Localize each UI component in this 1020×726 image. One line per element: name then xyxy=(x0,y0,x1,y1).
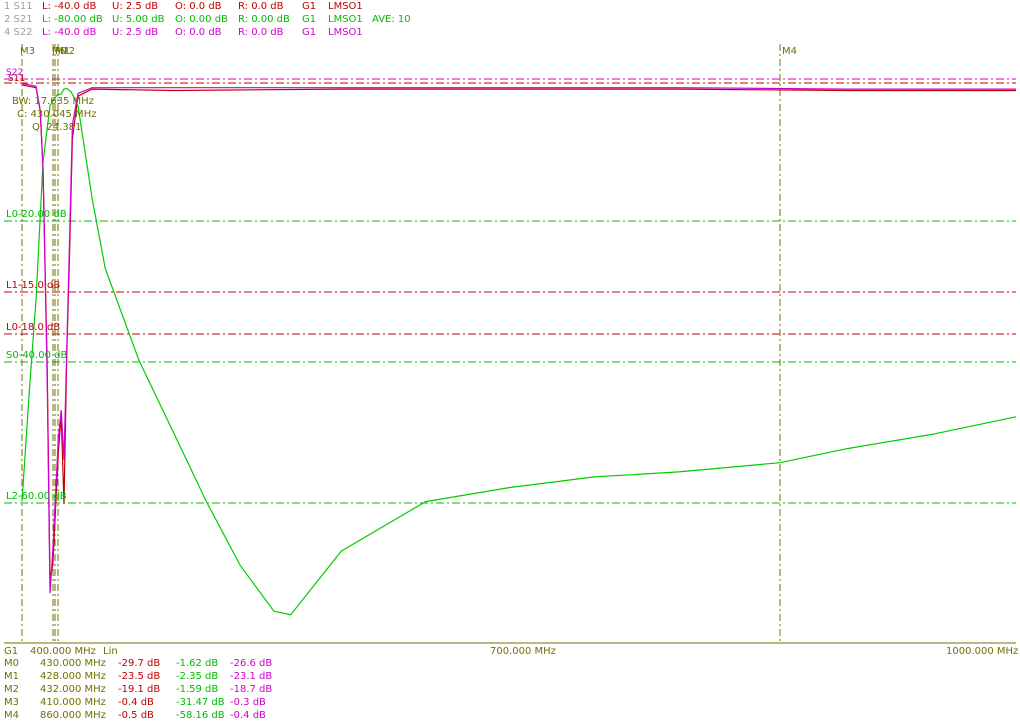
x-axis-start-label: 400.000 MHz xyxy=(30,646,96,657)
bandwidth-readout: BW: 17.635 MHz xyxy=(12,96,94,107)
channel-l: L: -80.00 dB xyxy=(42,14,103,25)
channel-r: R: 0.0 dB xyxy=(238,1,284,12)
channel-id: 2 S21 xyxy=(4,14,33,25)
marker-s22: -26.6 dB xyxy=(230,658,273,669)
limit-label-l1-15: L1-15.0 dB xyxy=(6,280,61,291)
marker-s21: -1.59 dB xyxy=(176,684,219,695)
marker-freq: 860.000 MHz xyxy=(40,710,106,721)
plot-area[interactable] xyxy=(0,0,1020,726)
channel-id: 1 S11 xyxy=(4,1,33,12)
channel-r: R: 0.0 dB xyxy=(238,27,284,38)
limit-label-l2-60: L2-60.00 dB xyxy=(6,491,67,502)
channel-g: G1 xyxy=(302,1,317,12)
marker-freq: 432.000 MHz xyxy=(40,684,106,695)
limit-label-s0-40: S0-40.00 dB xyxy=(6,350,68,361)
marker-s22: -18.7 dB xyxy=(230,684,273,695)
marker-name: M1 xyxy=(4,671,19,682)
marker-freq: 428.000 MHz xyxy=(40,671,106,682)
channel-o: O: 0.0 dB xyxy=(175,27,222,38)
marker-s21: -58.16 dB xyxy=(176,710,225,721)
marker-name: M3 xyxy=(4,697,19,708)
channel-o: O: 0.0 dB xyxy=(175,1,222,12)
marker-s11: -23.5 dB xyxy=(118,671,161,682)
channel-u: U: 5.00 dB xyxy=(112,14,165,25)
channel-g: G1 xyxy=(302,27,317,38)
marker-s11: -29.7 dB xyxy=(118,658,161,669)
channel-l: L: -40.0 dB xyxy=(42,1,97,12)
marker-freq: 410.000 MHz xyxy=(40,697,106,708)
x-axis-end-label: 1000.000 MHz xyxy=(946,646,1019,657)
trace-label-s11: S11 xyxy=(8,74,26,84)
marker-name: M2 xyxy=(4,684,19,695)
marker-s22: -23.1 dB xyxy=(230,671,273,682)
channel-id: 4 S22 xyxy=(4,27,33,38)
channel-extra: AVE: 10 xyxy=(372,14,411,25)
axis-group-label: G1 xyxy=(4,646,19,657)
channel-mode: LMSO1 xyxy=(328,1,363,12)
marker-label-m3[interactable]: M3 xyxy=(20,46,35,58)
marker-name: M4 xyxy=(4,710,19,721)
marker-s22: -0.4 dB xyxy=(230,710,266,721)
channel-o: O: 0.00 dB xyxy=(175,14,228,25)
x-axis-scale-label: Lin xyxy=(103,646,118,657)
marker-s22: -0.3 dB xyxy=(230,697,266,708)
channel-r: R: 0.00 dB xyxy=(238,14,290,25)
marker-name: M0 xyxy=(4,658,19,669)
marker-s11: -0.4 dB xyxy=(118,697,154,708)
marker-freq: 430.000 MHz xyxy=(40,658,106,669)
marker-label-m4[interactable]: M4 xyxy=(782,46,797,58)
channel-mode: LMSO1 xyxy=(328,27,363,38)
marker-s21: -1.62 dB xyxy=(176,658,219,669)
marker-s21: -2.35 dB xyxy=(176,671,219,682)
channel-u: U: 2.5 dB xyxy=(112,1,159,12)
channel-g: G1 xyxy=(302,14,317,25)
q-factor-readout: Q: 24.381 xyxy=(32,122,82,133)
marker-label-m2[interactable]: M2 xyxy=(60,46,75,58)
marker-s21: -31.47 dB xyxy=(176,697,225,708)
limit-label-l0-18: L0-18.0 dB xyxy=(6,322,61,333)
channel-l: L: -40.0 dB xyxy=(42,27,97,38)
marker-s11: -0.5 dB xyxy=(118,710,154,721)
limit-label-l0-20: L0-20.00 dB xyxy=(6,209,67,220)
channel-u: U: 2.5 dB xyxy=(112,27,159,38)
center-frequency-readout: C: 430.045 MHz xyxy=(17,109,97,120)
x-axis-mid-label: 700.000 MHz xyxy=(490,646,556,657)
marker-s11: -19.1 dB xyxy=(118,684,161,695)
channel-mode: LMSO1 xyxy=(328,14,363,25)
